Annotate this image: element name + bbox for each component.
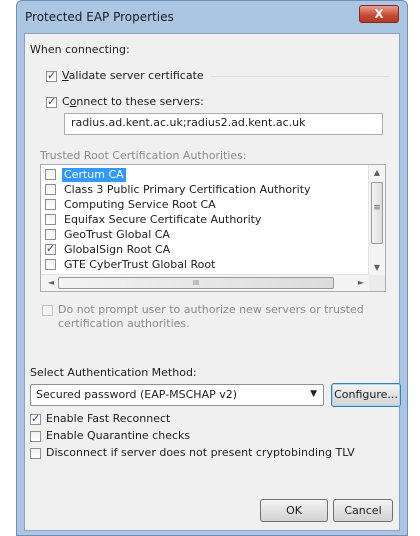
vertical-scroll-thumb[interactable] xyxy=(371,182,383,244)
window-title: Protected EAP Properties xyxy=(25,10,174,24)
list-item-checkbox[interactable] xyxy=(45,229,56,240)
close-button[interactable]: X xyxy=(359,5,399,23)
scroll-down-icon[interactable]: ▼ xyxy=(369,263,385,272)
connect-servers-label[interactable]: Connect to these servers: xyxy=(62,95,204,108)
validate-certificate-checkbox[interactable] xyxy=(46,69,57,82)
grip-icon: III xyxy=(192,279,200,287)
trusted-root-heading: Trusted Root Certification Authorities: xyxy=(40,149,247,162)
cancel-button[interactable]: Cancel xyxy=(333,499,393,522)
auth-method-value: Secured password (EAP-MSCHAP v2) xyxy=(36,388,238,401)
quarantine-checkbox[interactable] xyxy=(30,431,41,442)
validate-certificate-label[interactable]: Validate server certificate xyxy=(62,69,204,82)
dialog-client-area: When connecting: Validate server certifi… xyxy=(24,33,401,531)
dialog-window: Protected EAP Properties X When connecti… xyxy=(16,0,408,536)
close-icon: X xyxy=(374,7,384,21)
fast-reconnect-checkbox[interactable] xyxy=(30,412,41,425)
connect-servers-checkbox[interactable] xyxy=(46,95,57,108)
auth-method-heading: Select Authentication Method: xyxy=(30,366,197,379)
horizontal-scroll-thumb[interactable]: III xyxy=(58,277,334,289)
auth-method-select[interactable]: Secured password (EAP-MSCHAP v2) ▼ xyxy=(30,384,324,406)
validate-group-line xyxy=(211,76,389,77)
servers-input[interactable]: radius.ad.kent.ac.uk;radius2.ad.kent.ac.… xyxy=(64,113,383,135)
scroll-right-icon[interactable]: ► xyxy=(353,278,369,287)
chevron-down-icon: ▼ xyxy=(310,389,317,399)
list-item-checkbox[interactable] xyxy=(45,184,56,195)
trusted-root-list[interactable]: Certum CA Class 3 Public Primary Certifi… xyxy=(40,164,386,292)
when-connecting-heading: When connecting: xyxy=(30,43,130,56)
vertical-scrollbar[interactable]: ▲ ≡ ▼ xyxy=(368,165,385,275)
quarantine-label[interactable]: Enable Quarantine checks xyxy=(46,429,190,442)
ok-button[interactable]: OK xyxy=(260,499,328,522)
title-bar[interactable]: Protected EAP Properties X xyxy=(17,1,407,33)
cryptobinding-label[interactable]: Disconnect if server does not present cr… xyxy=(46,446,355,459)
scroll-left-icon[interactable]: ◄ xyxy=(43,278,59,287)
do-not-prompt-label-line2: certification authorities. xyxy=(58,317,190,330)
do-not-prompt-label-line1: Do not prompt user to authorize new serv… xyxy=(58,303,364,316)
configure-button[interactable]: Configure... xyxy=(331,383,401,407)
scrollbar-corner xyxy=(369,275,385,291)
horizontal-scrollbar[interactable]: ◄ III ► xyxy=(41,274,369,291)
do-not-prompt-checkbox[interactable] xyxy=(42,305,53,316)
servers-input-value: radius.ad.kent.ac.uk;radius2.ad.kent.ac.… xyxy=(71,116,306,129)
cryptobinding-checkbox[interactable] xyxy=(30,448,41,459)
list-item-checkbox[interactable] xyxy=(45,199,56,210)
list-item-checkbox[interactable] xyxy=(45,259,56,270)
grip-icon: ≡ xyxy=(373,203,381,213)
list-item-checkbox[interactable] xyxy=(45,242,56,255)
fast-reconnect-label[interactable]: Enable Fast Reconnect xyxy=(46,412,170,425)
scroll-up-icon[interactable]: ▲ xyxy=(369,168,385,177)
list-item-checkbox[interactable] xyxy=(45,214,56,225)
list-item-checkbox[interactable] xyxy=(45,169,56,180)
